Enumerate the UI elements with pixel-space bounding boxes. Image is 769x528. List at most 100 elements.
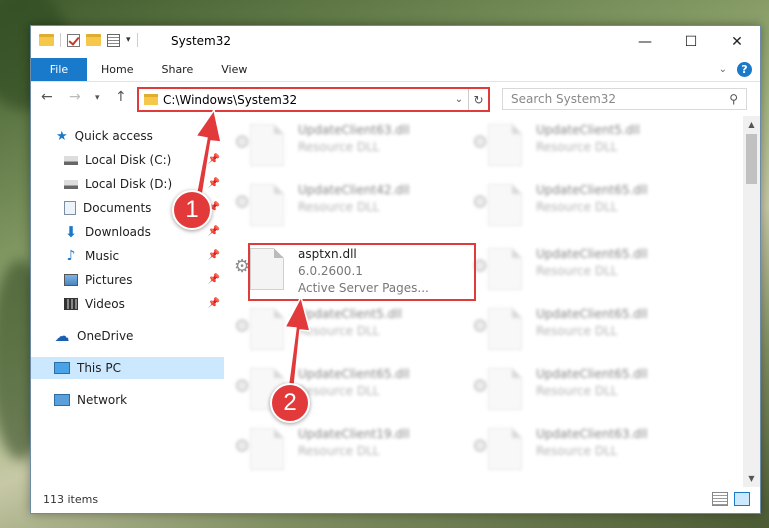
gear-icon: ⚙ [472,316,489,337]
file-name: UpdateClient65.dll [536,307,648,321]
dll-file-icon [488,124,522,166]
toolbar-divider [136,33,138,47]
file-tile[interactable]: ⚙ UpdateClient63.dll Resource DLL [228,118,448,172]
file-list: ⚙ UpdateClient63.dll Resource DLL ⚙ Upda… [228,116,740,478]
gear-icon: ⚙ [234,376,251,397]
toolbar-divider [60,33,61,47]
address-dropdown-chevron-icon[interactable]: ⌄ [450,94,468,105]
sidebar-item-label: Local Disk (C:) [85,153,172,167]
sidebar-item-label: Pictures [85,273,133,287]
navigation-bar: ← → ▾ ↑ C:\Windows\System32 ⌄ ↻ Search S… [31,83,760,115]
sidebar-item-music[interactable]: ♪ Music 📌 [31,245,224,267]
folder-icon [144,94,158,105]
status-bar: 113 items [31,485,760,513]
pin-icon[interactable]: 📌 [208,298,220,309]
file-tile[interactable]: ⚙ UpdateClient65.dll Resource DLL [466,362,686,416]
drive-icon [64,179,78,189]
file-type: Resource DLL [536,444,618,458]
pin-icon[interactable]: 📌 [208,226,220,237]
file-name: UpdateClient65.dll [298,367,410,381]
documents-icon [64,201,76,215]
details-view-icon[interactable] [712,492,728,506]
up-arrow-icon[interactable]: ↑ [115,89,127,105]
properties-icon[interactable] [107,33,120,47]
tab-file[interactable]: File [31,58,87,81]
search-icon[interactable]: ⚲ [729,92,738,106]
file-tile[interactable]: ⚙ UpdateClient65.dll Resource DLL [228,362,448,416]
scrollbar-thumb[interactable] [746,134,757,184]
caption-buttons: — ☐ ✕ [622,26,760,57]
address-path[interactable]: C:\Windows\System32 [163,93,450,107]
maximize-button[interactable]: ☐ [668,26,714,57]
music-icon: ♪ [66,248,76,264]
sidebar-item-quick-access[interactable]: ★ Quick access [31,125,224,147]
file-tile[interactable]: ⚙ UpdateClient5.dll Resource DLL [228,302,448,356]
file-tile[interactable]: ⚙ UpdateClient65.dll Resource DLL [466,178,686,232]
sidebar-item-label: This PC [77,361,121,375]
expand-ribbon-chevron-icon[interactable]: ⌄ [719,64,727,75]
file-name: UpdateClient5.dll [298,307,402,321]
sidebar-item-pictures[interactable]: Pictures 📌 [31,269,224,291]
file-name: UpdateClient19.dll [298,427,410,441]
computer-icon [54,362,70,374]
close-button[interactable]: ✕ [714,26,760,57]
pin-icon[interactable]: 📌 [208,274,220,285]
file-tile[interactable]: ⚙ UpdateClient19.dll Resource DLL [228,422,448,476]
file-tile[interactable]: ⚙ UpdateClient63.dll Resource DLL [466,422,686,476]
customize-toolbar-chevron-icon[interactable]: ▾ [126,35,131,45]
file-type: Resource DLL [536,264,618,278]
file-tile[interactable]: ⚙ UpdateClient5.dll Resource DLL [466,118,686,172]
ribbon-controls: ⌄ ? [719,58,760,81]
navigation-pane: ★ Quick access Local Disk (C:) 📌 Local D… [31,121,226,476]
scroll-up-arrow-icon[interactable]: ▲ [743,116,760,133]
dll-file-icon [488,308,522,350]
dll-file-icon [488,248,522,290]
sidebar-item-local-disk-c[interactable]: Local Disk (C:) 📌 [31,149,224,171]
sidebar-item-network[interactable]: Network [31,389,224,411]
vertical-scrollbar[interactable]: ▲ ▼ [743,116,760,487]
sidebar-item-label: Documents [83,201,152,215]
new-folder-icon[interactable] [86,34,101,46]
file-type: Resource DLL [298,444,380,458]
pin-icon[interactable]: 📌 [208,178,220,189]
folder-icon [39,34,54,46]
minimize-button[interactable]: — [622,26,668,57]
refresh-icon[interactable]: ↻ [468,89,488,110]
sidebar-item-label: Music [85,249,120,263]
pin-icon[interactable]: 📌 [208,250,220,261]
quick-access-toolbar: ▾ [39,33,138,47]
file-tile[interactable]: ⚙ UpdateClient42.dll Resource DLL [228,178,448,232]
gear-icon: ⚙ [472,192,489,213]
sidebar-item-label: Local Disk (D:) [85,177,173,191]
tab-share[interactable]: Share [147,58,207,81]
sidebar-item-label: Quick access [74,129,153,143]
forward-arrow-icon[interactable]: → [69,89,81,105]
dll-file-icon [250,124,284,166]
sidebar-item-this-pc[interactable]: This PC [31,357,224,379]
gear-icon: ⚙ [472,376,489,397]
sidebar-item-videos[interactable]: Videos 📌 [31,293,224,315]
drive-icon [64,155,78,165]
properties-check-icon[interactable] [67,33,80,47]
file-type: Resource DLL [536,200,618,214]
file-type: Resource DLL [298,200,380,214]
gear-icon: ⚙ [234,436,251,457]
large-icons-view-icon[interactable] [734,492,750,506]
file-tile[interactable]: ⚙ UpdateClient65.dll Resource DLL [466,302,686,356]
back-arrow-icon[interactable]: ← [41,89,53,105]
file-type: Resource DLL [298,384,380,398]
help-icon[interactable]: ? [737,62,752,77]
file-tile[interactable]: ⚙ UpdateClient65.dll Resource DLL [466,242,686,296]
address-bar[interactable]: C:\Windows\System32 ⌄ ↻ [137,87,490,112]
pin-icon[interactable]: 📌 [208,154,220,165]
title-bar: ▾ System32 — ☐ ✕ [31,26,760,58]
dll-file-icon [250,184,284,226]
tab-home[interactable]: Home [87,58,147,81]
search-input[interactable]: Search System32 ⚲ [502,88,747,110]
sidebar-item-onedrive[interactable]: ☁ OneDrive [31,325,224,347]
recent-locations-chevron-icon[interactable]: ▾ [95,93,100,103]
tab-view[interactable]: View [207,58,261,81]
file-name: UpdateClient42.dll [298,183,410,197]
network-icon [54,394,70,406]
sidebar-item-label: Network [77,393,128,407]
